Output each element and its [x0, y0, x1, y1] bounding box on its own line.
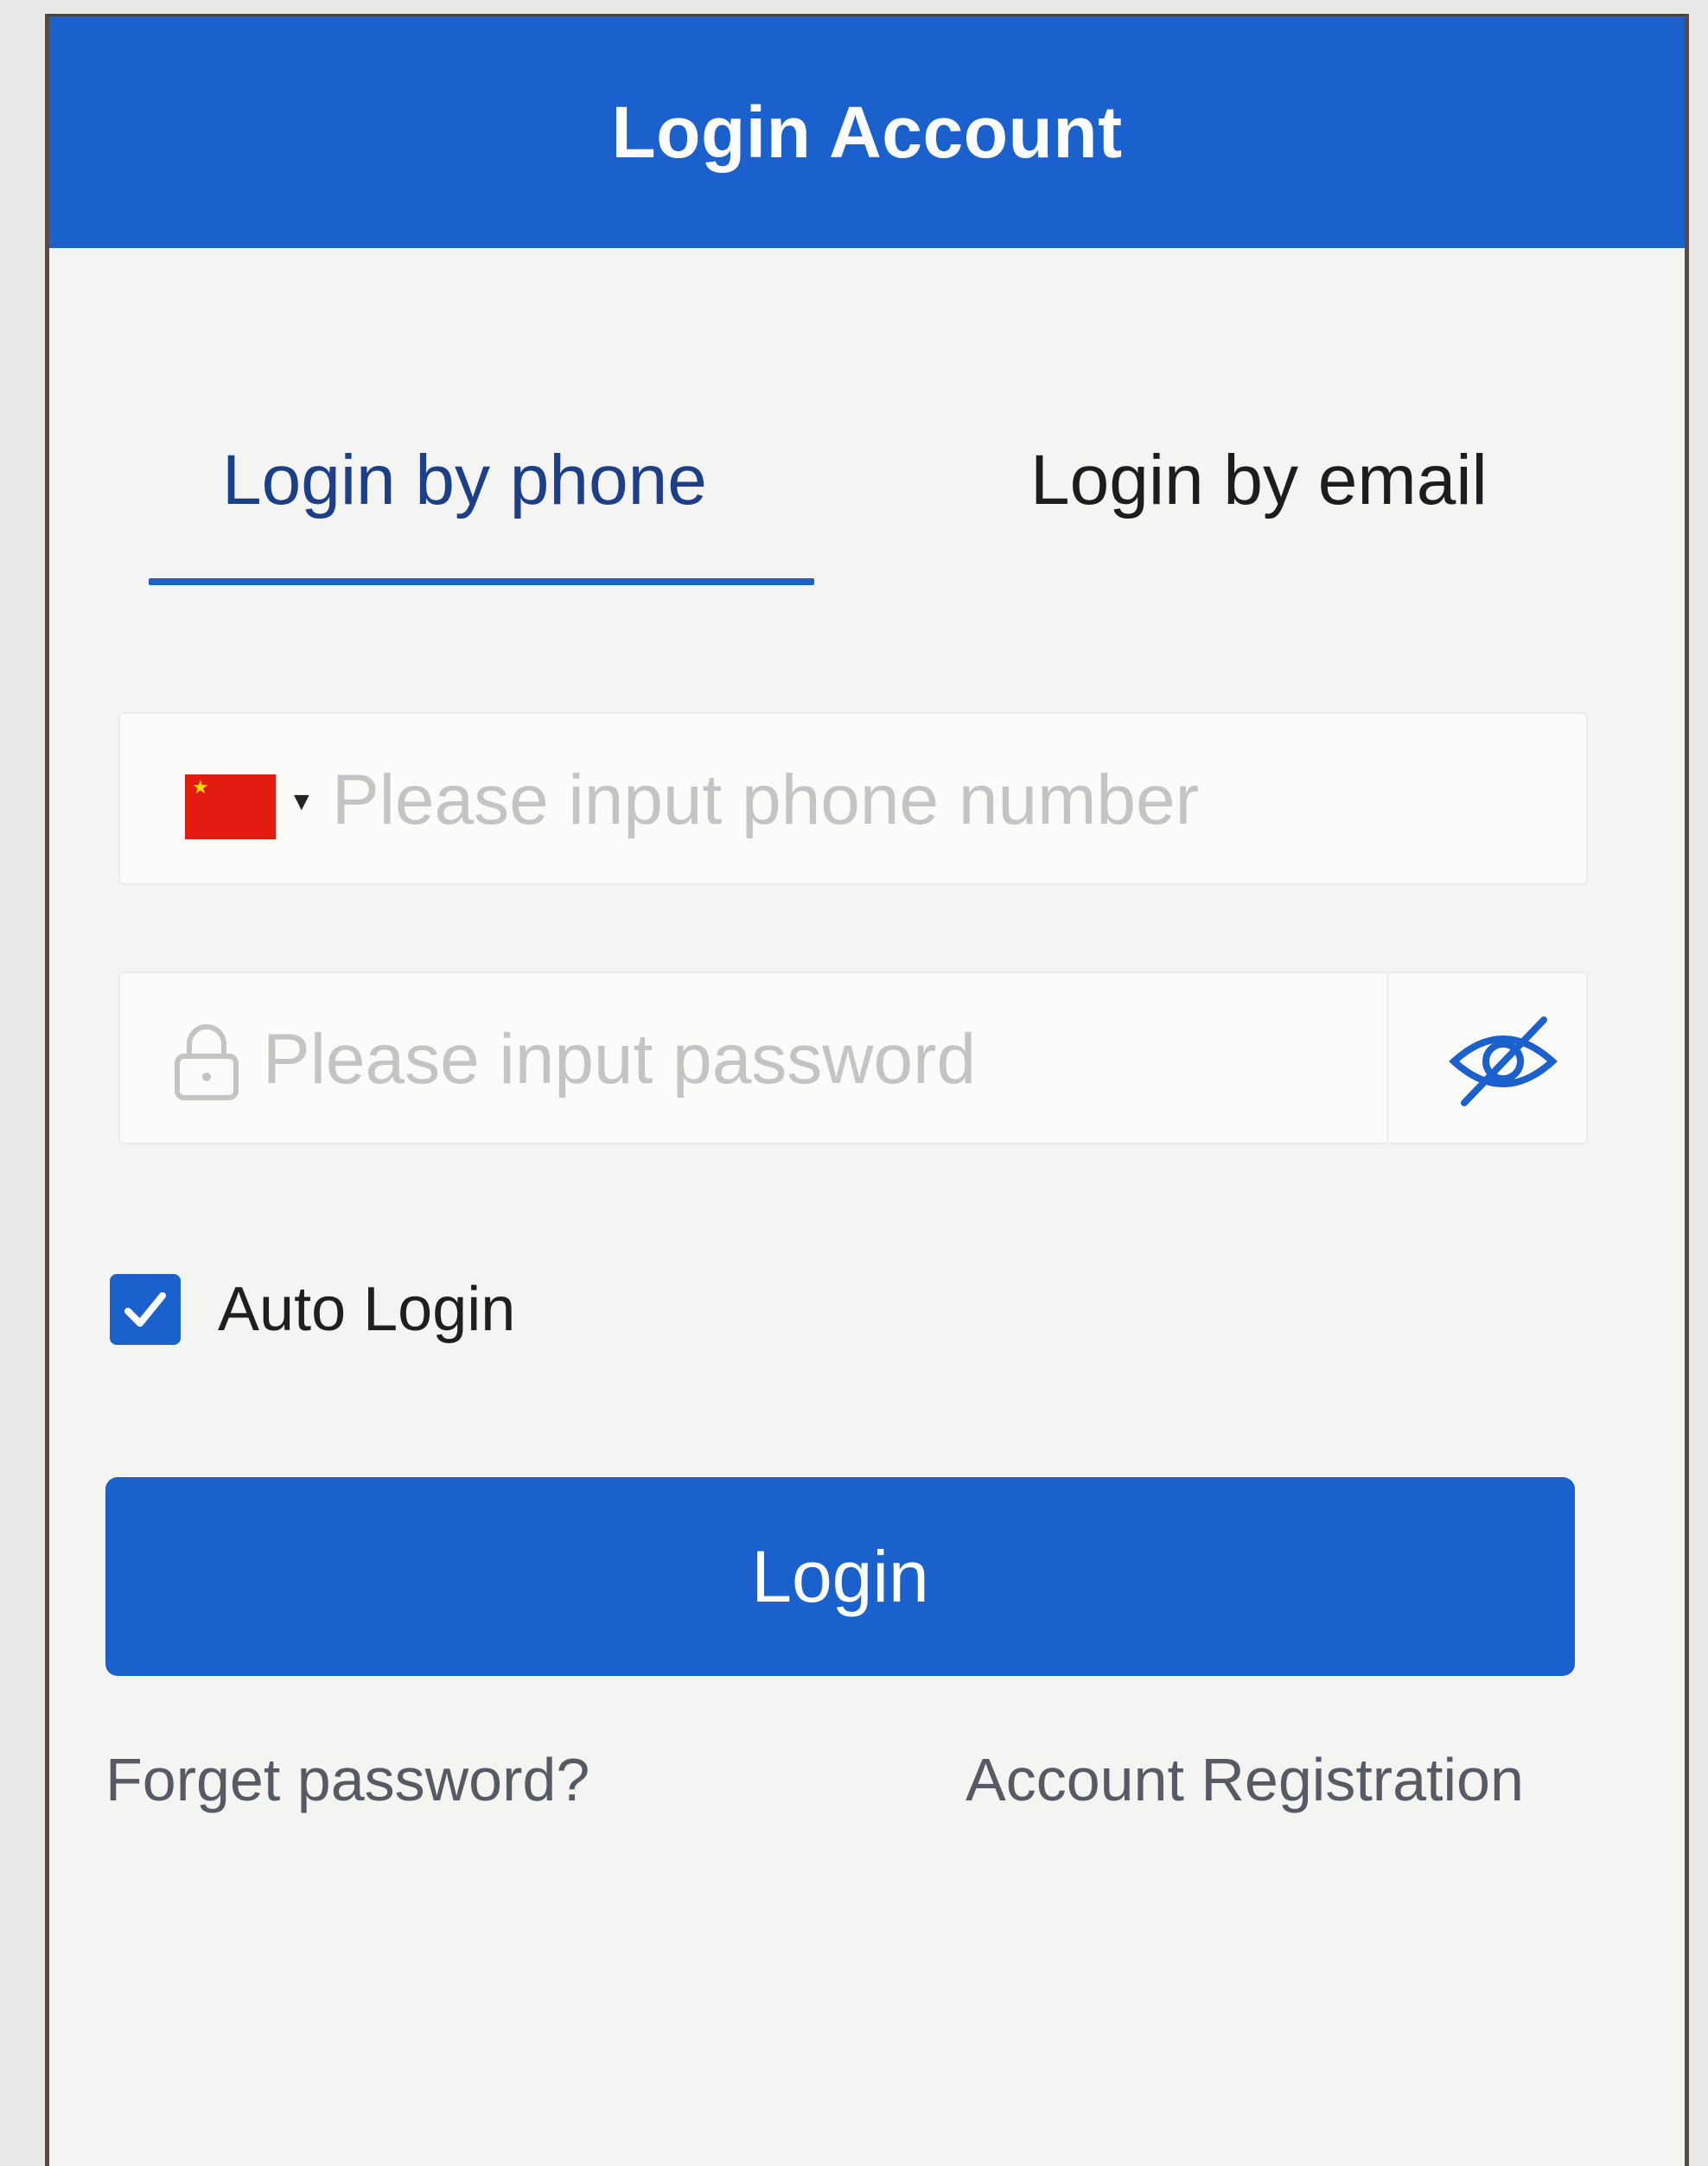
header-bar: Login Account: [49, 16, 1685, 248]
china-flag-icon[interactable]: [185, 774, 276, 839]
password-input-group: [118, 972, 1588, 1144]
tab-login-by-email[interactable]: Login by email: [1030, 440, 1488, 521]
active-tab-indicator: [149, 578, 814, 585]
field-divider: [1386, 973, 1389, 1143]
password-input[interactable]: [263, 1008, 1343, 1112]
auto-login-label: Auto Login: [218, 1275, 516, 1344]
chevron-down-icon[interactable]: ▼: [289, 787, 315, 817]
forgot-password-link[interactable]: Forget password?: [105, 1745, 590, 1814]
checkmark-icon: [124, 1292, 166, 1327]
login-window: Login Account Login by phone Login by em…: [45, 14, 1689, 2166]
login-button[interactable]: Login: [105, 1477, 1575, 1676]
phone-number-input[interactable]: [332, 749, 1559, 852]
page-title: Login Account: [611, 91, 1123, 173]
lock-icon: [175, 1024, 239, 1100]
tab-login-by-phone[interactable]: Login by phone: [222, 440, 707, 521]
account-registration-link[interactable]: Account Registration: [966, 1745, 1524, 1814]
eye-off-icon[interactable]: [1447, 1008, 1559, 1112]
auto-login-checkbox[interactable]: [110, 1274, 181, 1345]
phone-input-group: ▼: [118, 712, 1588, 885]
